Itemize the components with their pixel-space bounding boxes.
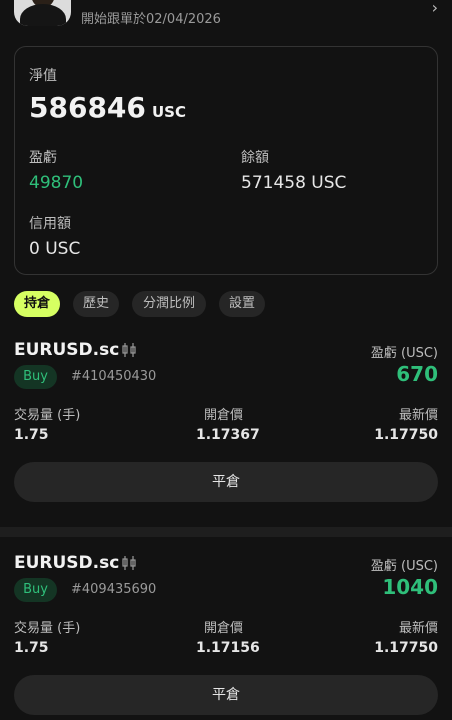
side-badge: Buy [14, 578, 57, 602]
equity-unit: USC [152, 103, 186, 121]
latest-price-value: 1.17750 [374, 427, 438, 443]
position-symbol: EURUSD.sc [14, 553, 120, 573]
credit-label: 信用額 [29, 216, 71, 232]
latest-price-label: 最新價 [398, 408, 438, 423]
volume-value: 1.75 [14, 640, 49, 656]
equity-label: 淨值 [29, 68, 57, 84]
tab-positions[interactable]: 持倉 [14, 291, 60, 317]
account-summary-card: 淨值 586846 USC 盈虧 49870 餘額 571458 USC 信用額… [14, 46, 438, 275]
tab-history[interactable]: 歷史 [73, 291, 119, 317]
side-badge: Buy [14, 365, 57, 389]
follow-since-text: 開始跟單於02/04/2026 [81, 12, 221, 27]
position-symbol: EURUSD.sc [14, 340, 120, 360]
balance-value: 571458 USC [241, 173, 347, 193]
volume-label: 交易量 (手) [14, 621, 81, 636]
position-pnl-label: 盈虧 (USC) [370, 346, 438, 361]
position-pnl-label: 盈虧 (USC) [370, 559, 438, 574]
open-price-value: 1.17156 [196, 640, 260, 656]
latest-price-label: 最新價 [398, 621, 438, 636]
position-pnl-value: 1040 [382, 575, 438, 599]
open-price-value: 1.17367 [196, 427, 260, 443]
volume-value: 1.75 [14, 427, 49, 443]
trader-header: 開始跟單於02/04/2026 › [0, 0, 452, 36]
ticket-number: #410450430 [71, 369, 157, 384]
latest-price-value: 1.17750 [374, 640, 438, 656]
candlestick-chart-icon[interactable] [121, 342, 137, 358]
tab-settings[interactable]: 設置 [219, 291, 265, 317]
equity-value: 586846 [29, 91, 146, 124]
pnl-label: 盈虧 [29, 150, 57, 166]
close-position-button[interactable]: 平倉 [14, 462, 438, 502]
pnl-value: 49870 [29, 173, 84, 193]
position-pnl-value: 670 [396, 362, 438, 386]
avatar-body [20, 4, 66, 26]
avatar[interactable] [14, 0, 71, 26]
chevron-right-icon[interactable]: › [432, 0, 438, 17]
open-price-label: 開倉價 [204, 621, 244, 636]
close-position-button[interactable]: 平倉 [14, 675, 438, 715]
tab-profit-share[interactable]: 分潤比例 [132, 291, 206, 317]
ticket-number: #409435690 [71, 582, 157, 597]
candlestick-chart-icon[interactable] [121, 555, 137, 571]
balance-label: 餘額 [241, 150, 269, 166]
open-price-label: 開倉價 [204, 408, 244, 423]
section-divider [0, 527, 452, 537]
credit-value: 0 USC [29, 239, 81, 259]
volume-label: 交易量 (手) [14, 408, 81, 423]
